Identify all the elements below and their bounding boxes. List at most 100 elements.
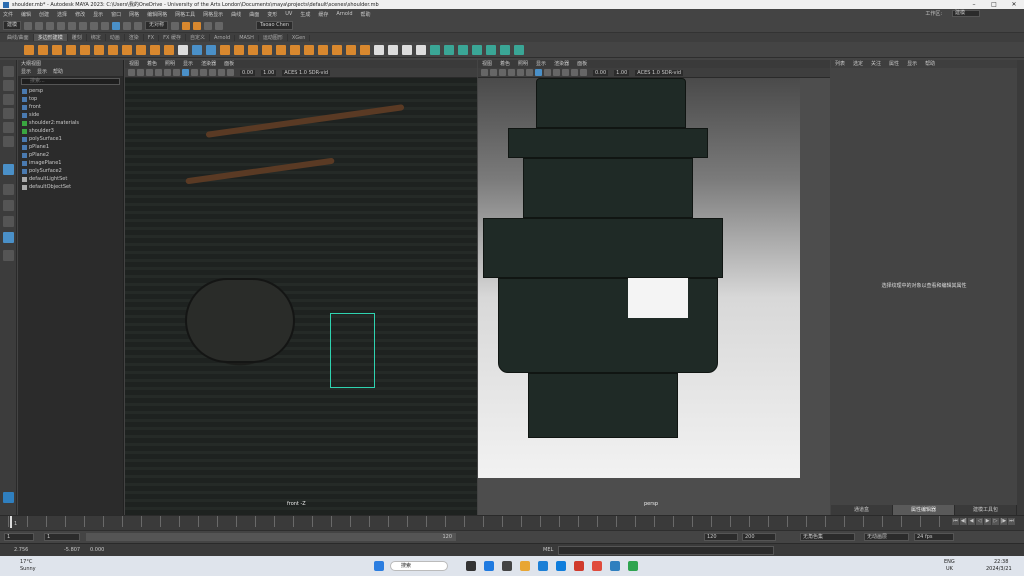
snap-curve-icon[interactable] — [123, 21, 132, 30]
workspace-value[interactable]: 建模 — [952, 10, 980, 17]
tab-mash[interactable]: MASH — [235, 34, 259, 41]
sweep-mesh-icon[interactable] — [150, 44, 160, 55]
append-polygon-icon[interactable] — [318, 44, 328, 55]
step-back-icon[interactable]: ◀ — [968, 518, 975, 525]
wireframe-icon[interactable] — [173, 69, 180, 76]
svg-tool-icon[interactable] — [178, 44, 188, 55]
attr-menu-attributes[interactable]: 属性 — [889, 60, 899, 68]
menu-file[interactable]: 文件 — [3, 11, 13, 18]
open-scene-icon[interactable] — [35, 21, 44, 30]
merge-icon[interactable] — [346, 44, 356, 55]
clock-date[interactable]: 2024/3/21 — [986, 566, 1012, 572]
color-space[interactable]: ACES 1.0 SDR-vid — [635, 69, 684, 76]
menu-edit[interactable]: 编辑 — [21, 11, 31, 18]
boolean-icon[interactable] — [234, 44, 244, 55]
menu-mesh[interactable]: 网格 — [129, 11, 139, 18]
playback-end-field[interactable]: 120 — [704, 533, 738, 541]
list-item[interactable]: defaultLightSet — [22, 175, 123, 183]
hypershade-icon[interactable] — [215, 21, 224, 30]
snap-point-icon[interactable] — [134, 21, 143, 30]
tab-animation[interactable]: 动画 — [106, 34, 125, 41]
list-item[interactable]: top — [22, 95, 123, 103]
exposure-value[interactable]: 0.00 — [593, 69, 609, 76]
super-shape-icon[interactable] — [136, 44, 146, 55]
menu-select[interactable]: 选择 — [57, 11, 67, 18]
bookmark-icon[interactable] — [146, 69, 153, 76]
tab-attribute-editor[interactable]: 属性编辑器 — [893, 505, 955, 515]
poly-cylinder-icon[interactable] — [52, 44, 62, 55]
tab-motion-graphics[interactable]: 运动图形 — [259, 34, 288, 41]
isolate-icon[interactable] — [227, 69, 234, 76]
menu-set-dropdown[interactable]: 建模 — [3, 21, 22, 30]
range-slider[interactable]: 120 — [86, 533, 456, 541]
user-account[interactable]: Taoao Chen — [256, 21, 293, 30]
shadows-icon[interactable] — [209, 69, 216, 76]
list-item[interactable]: shoulder2:materials — [22, 119, 123, 127]
wechat-icon[interactable] — [628, 561, 638, 571]
bridge-icon[interactable] — [276, 44, 286, 55]
textured-icon[interactable] — [191, 69, 198, 76]
menu-mesh-tools[interactable]: 网格工具 — [175, 11, 195, 18]
snap-grid-icon[interactable] — [112, 21, 121, 30]
bevel-tool-icon[interactable] — [304, 44, 314, 55]
tab-xgen[interactable]: XGen — [288, 34, 311, 41]
maya-taskbar-icon[interactable] — [610, 561, 620, 571]
fps-dropdown[interactable]: 24 fps — [914, 533, 954, 541]
menu-uv[interactable]: UV — [285, 11, 292, 17]
viewport-persp[interactable]: 视图 着色 照明 显示 渲染器 面板 0.00 1.00 ACES 1.0 SD… — [478, 60, 830, 515]
select-tool-icon[interactable] — [3, 66, 14, 77]
vp2-menu-panels[interactable]: 面板 — [577, 60, 587, 68]
poly-torus-icon[interactable] — [80, 44, 90, 55]
store-icon[interactable] — [556, 561, 566, 571]
bookmark-icon[interactable] — [499, 69, 506, 76]
file-explorer-icon[interactable] — [520, 561, 530, 571]
maya-m-icon[interactable] — [3, 492, 14, 503]
persp-outliner-icon[interactable] — [3, 232, 14, 243]
menu-windows[interactable]: 窗口 — [111, 11, 121, 18]
outliner-layout-icon[interactable] — [3, 216, 14, 227]
tab-fx-cache[interactable]: FX 缓存 — [159, 34, 186, 41]
single-view-icon[interactable] — [3, 164, 14, 175]
tab-poly-modeling[interactable]: 多边形建模 — [33, 34, 68, 41]
mail-icon[interactable] — [538, 561, 548, 571]
vp1-menu-show[interactable]: 显示 — [183, 60, 193, 68]
image-plane-toggle-icon[interactable] — [155, 69, 162, 76]
poly-cube-icon[interactable] — [38, 44, 48, 55]
camera-attributes-icon[interactable] — [490, 69, 497, 76]
vp1-menu-view[interactable]: 视图 — [129, 60, 139, 68]
menu-cache[interactable]: 缓存 — [318, 11, 328, 18]
end-time-field[interactable]: 200 — [742, 533, 776, 541]
wireframe-icon[interactable] — [526, 69, 533, 76]
vp2-menu-shading[interactable]: 着色 — [500, 60, 510, 68]
tab-arnold[interactable]: Arnold — [210, 34, 236, 41]
maximize-button[interactable]: □ — [984, 0, 1004, 9]
workspace-selector[interactable]: 工作区: 建模 — [925, 10, 988, 17]
close-button[interactable]: ✕ — [1004, 0, 1024, 9]
menu-edit-mesh[interactable]: 编辑网格 — [147, 11, 167, 18]
vp1-menu-panels[interactable]: 面板 — [224, 60, 234, 68]
select-hierarchy-icon[interactable] — [79, 21, 88, 30]
attr-menu-selected[interactable]: 选定 — [853, 60, 863, 68]
smooth-icon[interactable] — [220, 44, 230, 55]
textured-icon[interactable] — [544, 69, 551, 76]
gamma-value[interactable]: 1.00 — [261, 69, 277, 76]
smooth-shade-icon[interactable] — [535, 69, 542, 76]
type-tool-icon[interactable] — [164, 44, 174, 55]
vp1-menu-shading[interactable]: 着色 — [147, 60, 157, 68]
uv-editor-icon[interactable] — [458, 44, 468, 55]
anim-layer-dropdown[interactable]: 无动画层 — [864, 533, 909, 541]
command-input[interactable] — [558, 546, 774, 555]
menu-generate[interactable]: 生成 — [300, 11, 310, 18]
input-lang[interactable]: ENG — [944, 559, 955, 565]
multi-cut-icon[interactable] — [374, 44, 384, 55]
bevel-icon[interactable] — [290, 44, 300, 55]
list-item[interactable]: pPlane1 — [22, 143, 123, 151]
poly-disc-icon[interactable] — [108, 44, 118, 55]
start-time-field[interactable]: 1 — [4, 533, 34, 541]
ipr-render-icon[interactable] — [193, 21, 202, 30]
step-forward-icon[interactable]: ▷ — [992, 518, 999, 525]
xray-icon[interactable] — [218, 69, 225, 76]
step-forward-key-icon[interactable]: |▶ — [1000, 518, 1007, 525]
four-view-icon[interactable] — [3, 184, 14, 195]
play-forward-icon[interactable]: ▶ — [984, 518, 991, 525]
